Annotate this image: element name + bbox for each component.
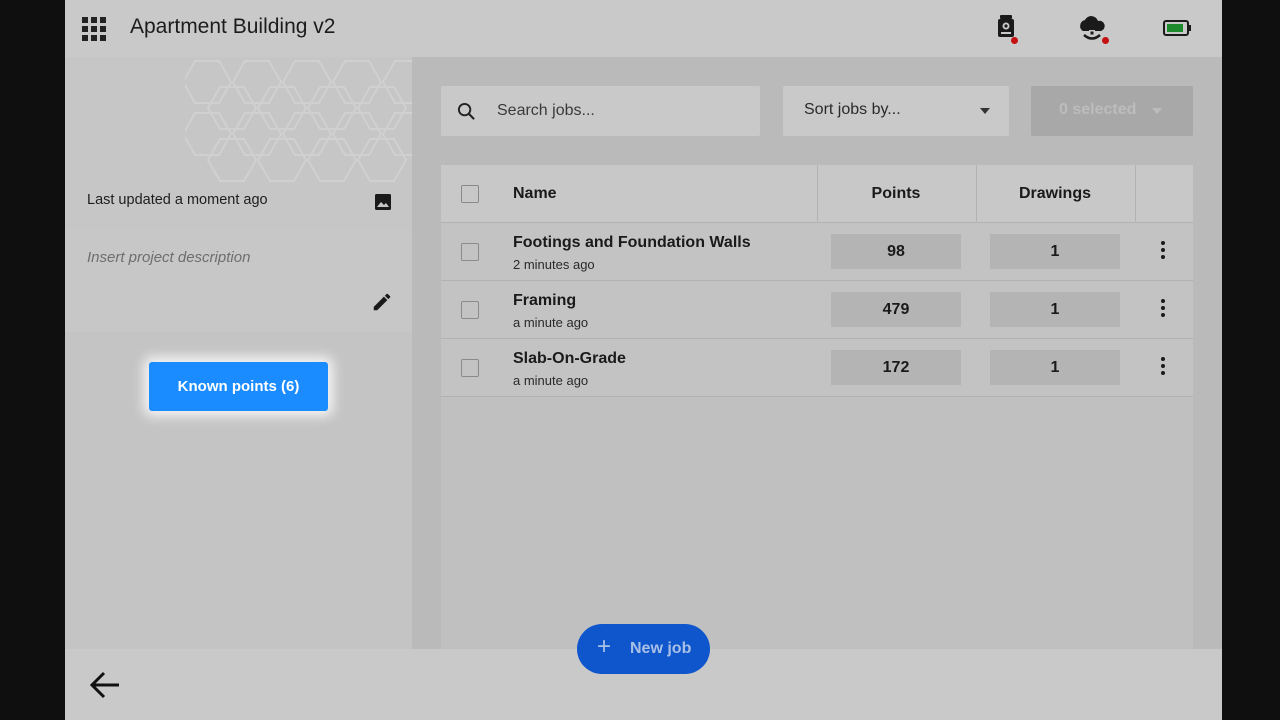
chevron-down-icon [1152, 108, 1162, 114]
job-points: 172 [831, 350, 961, 385]
edit-pencil-icon[interactable] [371, 291, 393, 313]
jobs-table: Name Points Drawings Footings and Founda… [441, 165, 1193, 649]
search-box[interactable] [441, 86, 760, 136]
row-checkbox[interactable] [461, 359, 479, 377]
sort-label: Sort jobs by... [804, 101, 901, 118]
job-drawings: 1 [990, 292, 1120, 327]
job-name: Slab-On-Grade [513, 350, 626, 367]
page-title: Apartment Building v2 [130, 15, 336, 38]
job-drawings: 1 [990, 350, 1120, 385]
job-timestamp: 2 minutes ago [513, 257, 595, 272]
column-header-drawings[interactable]: Drawings [976, 185, 1134, 203]
total-station-icon[interactable] [990, 12, 1024, 46]
last-updated-text: Last updated a moment ago [87, 192, 268, 208]
back-arrow-icon[interactable] [89, 670, 121, 700]
known-points-button[interactable]: Known points (6) [149, 362, 328, 411]
project-cover-image: Last updated a moment ago [65, 57, 412, 229]
project-panel: Last updated a moment ago Insert project… [65, 57, 412, 649]
sort-dropdown[interactable]: Sort jobs by... [783, 86, 1009, 136]
more-options-icon[interactable] [1155, 357, 1171, 379]
app-window: Apartment Building v2 Last updated a mom… [65, 0, 1222, 720]
jobs-area: Sort jobs by... 0 selected Name Points D… [412, 57, 1222, 649]
column-header-name[interactable]: Name [513, 185, 557, 203]
job-drawings: 1 [990, 234, 1120, 269]
top-bar: Apartment Building v2 [65, 0, 1222, 57]
job-name: Footings and Foundation Walls [513, 234, 751, 251]
description-placeholder: Insert project description [87, 249, 251, 266]
table-row[interactable]: Slab-On-Grade a minute ago 172 1 [441, 339, 1193, 397]
more-options-icon[interactable] [1155, 299, 1171, 321]
job-name: Framing [513, 292, 577, 309]
offline-dot [1102, 37, 1109, 44]
image-icon[interactable] [373, 192, 393, 212]
apps-grid-icon[interactable] [82, 17, 106, 41]
more-options-icon[interactable] [1155, 241, 1171, 263]
job-points: 479 [831, 292, 961, 327]
search-icon [457, 102, 475, 120]
job-points: 98 [831, 234, 961, 269]
selection-menu: 0 selected [1031, 86, 1193, 136]
selected-count: 0 selected [1059, 101, 1137, 118]
select-all-checkbox[interactable] [461, 185, 479, 203]
plus-icon: + [597, 633, 612, 660]
cloud-sync-icon[interactable] [1075, 12, 1109, 46]
chevron-down-icon [980, 108, 990, 114]
project-description[interactable]: Insert project description [65, 229, 412, 332]
new-job-button[interactable]: + New job [577, 624, 710, 674]
row-checkbox[interactable] [461, 243, 479, 261]
table-row[interactable]: Footings and Foundation Walls 2 minutes … [441, 223, 1193, 281]
battery-icon [1163, 20, 1191, 36]
column-header-points[interactable]: Points [817, 185, 975, 203]
search-input[interactable] [497, 86, 747, 136]
table-row[interactable]: Framing a minute ago 479 1 [441, 281, 1193, 339]
new-job-label: New job [630, 640, 692, 657]
row-checkbox[interactable] [461, 301, 479, 319]
disconnected-dot [1011, 37, 1018, 44]
job-timestamp: a minute ago [513, 373, 589, 388]
job-timestamp: a minute ago [513, 315, 589, 330]
